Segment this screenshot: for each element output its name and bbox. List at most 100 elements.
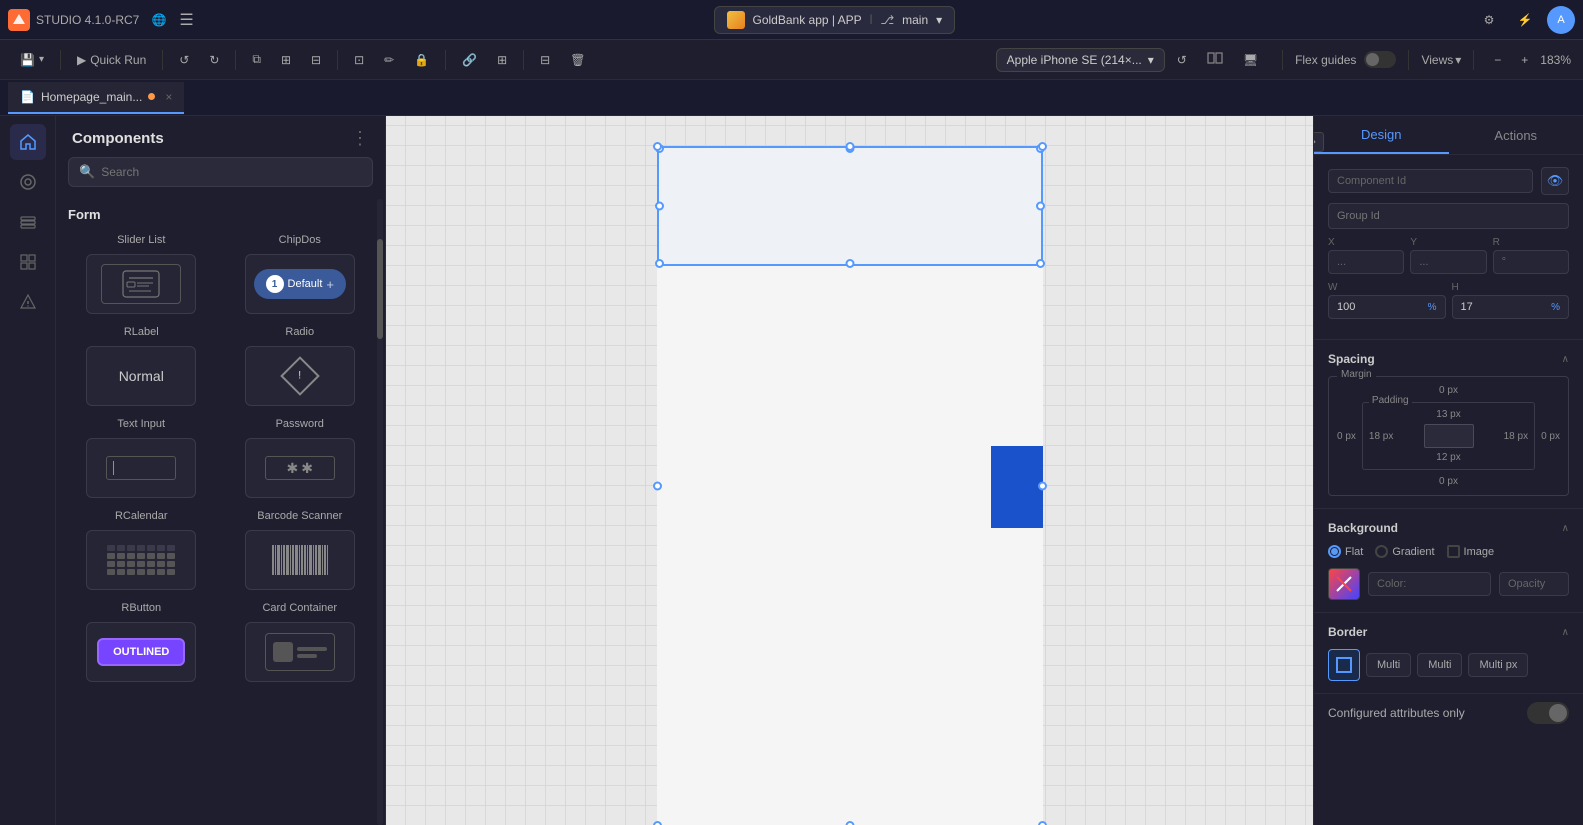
bg-gradient-radio[interactable] (1375, 545, 1388, 558)
bg-gradient-option[interactable]: Gradient (1375, 545, 1434, 558)
component-rbutton-preview[interactable]: OUTLINED (86, 622, 196, 682)
multi-copy-button[interactable]: ⊟ (303, 46, 329, 74)
color-preview-button[interactable] (1328, 568, 1360, 600)
component-textinput-preview[interactable] (86, 438, 196, 498)
handle-bottom-right[interactable] (1038, 821, 1047, 825)
lightning-icon[interactable]: ⚡ (1511, 6, 1539, 34)
link-button[interactable]: 🔗 (454, 46, 485, 74)
handle-bottom-center[interactable] (845, 821, 854, 825)
handle-mid-left[interactable] (653, 482, 662, 491)
quick-run-button[interactable]: ▶ Quick Run (69, 46, 154, 74)
branch-selector[interactable]: GoldBank app | APP | ⎇ main ▾ (714, 6, 956, 34)
panel-menu-button[interactable]: ⋮ (351, 128, 369, 149)
sel-handle-bc[interactable] (845, 259, 854, 268)
rbutton-icon: OUTLINED (97, 638, 185, 666)
zoom-in-button[interactable]: + (1513, 46, 1536, 74)
frame-button[interactable]: ⊞ (489, 46, 515, 74)
tab-close-icon[interactable]: × (165, 90, 172, 104)
bg-flat-radio[interactable] (1328, 545, 1341, 558)
zoom-out-button[interactable]: − (1486, 46, 1509, 74)
component-rcalendar-preview[interactable] (86, 530, 196, 590)
tab-design[interactable]: Design (1314, 116, 1449, 154)
globe-icon[interactable]: 🌐 (145, 6, 173, 34)
duplicate-button[interactable]: ⊞ (273, 46, 299, 74)
lock-button[interactable]: 🔒 (406, 46, 437, 74)
component-password-preview[interactable]: ✱ ✱ (245, 438, 355, 498)
border-multi-1-button[interactable]: Multi (1366, 653, 1411, 677)
sidebar-item-assets[interactable] (10, 164, 46, 200)
panel-scroll[interactable]: Form Slider List (56, 199, 385, 702)
bg-image-checkbox[interactable] (1447, 545, 1460, 558)
component-chipdos-preview[interactable]: 1 Default + (245, 254, 355, 314)
component-slider-list-preview[interactable] (86, 254, 196, 314)
device-selector[interactable]: Apple iPhone SE (214×... ▾ (996, 48, 1165, 72)
component-barcode-preview[interactable] (245, 530, 355, 590)
spacing-collapse-button[interactable]: ∧ (1562, 354, 1569, 365)
blue-element[interactable] (991, 446, 1043, 528)
tab-homepage[interactable]: 📄 Homepage_main... × (8, 82, 184, 114)
border-multi-2-button[interactable]: Multi (1417, 653, 1462, 677)
component-card-container-preview[interactable] (245, 622, 355, 682)
visibility-toggle-button[interactable]: 👁 (1541, 167, 1569, 195)
grid-button[interactable]: ⊟ (532, 46, 558, 74)
component-radio-preview[interactable]: ! (245, 346, 355, 406)
sel-handle-ml[interactable] (655, 202, 664, 211)
color-input[interactable]: Color: (1368, 572, 1491, 596)
menu-icon[interactable]: ☰ (179, 10, 193, 30)
sel-handle-bl[interactable] (655, 259, 664, 268)
scrollbar-thumb[interactable] (377, 239, 383, 339)
group-button[interactable]: ⊡ (346, 46, 372, 74)
sidebar-item-home[interactable] (10, 124, 46, 160)
avatar[interactable]: A (1547, 6, 1575, 34)
component-rlabel-preview[interactable]: Normal (86, 346, 196, 406)
studio-logo (8, 9, 30, 31)
undo-button[interactable]: ↺ (171, 46, 197, 74)
handle-top-right[interactable] (1038, 142, 1047, 151)
components-grid: Slider List (68, 234, 373, 682)
border-multi-px-button[interactable]: Multi px (1468, 653, 1528, 677)
flex-guides-toggle[interactable] (1364, 51, 1396, 68)
selected-element[interactable] (657, 146, 1043, 266)
copy-button[interactable]: ⧉ (244, 46, 269, 74)
canvas-area[interactable] (386, 116, 1313, 825)
opacity-input[interactable]: Opacity (1499, 572, 1569, 596)
bg-flat-option[interactable]: Flat (1328, 545, 1363, 558)
branch-chevron-icon: ▾ (936, 13, 942, 27)
sidebar-item-layers[interactable] (10, 204, 46, 240)
handle-top-left[interactable] (653, 142, 662, 151)
bg-image-option[interactable]: Image (1447, 545, 1495, 558)
component-id-input[interactable]: Component Id (1328, 169, 1533, 193)
delete-button[interactable]: 🗑 (562, 46, 593, 74)
search-input[interactable] (101, 165, 362, 179)
views-button[interactable]: Views ▾ (1421, 53, 1461, 67)
tab-actions[interactable]: Actions (1449, 116, 1583, 154)
group-id-input[interactable] (1328, 203, 1569, 229)
pen-button[interactable]: ✏ (376, 46, 402, 74)
sel-handle-br[interactable] (1036, 259, 1045, 268)
handle-top-center[interactable] (845, 142, 854, 151)
chipdos-icon: 1 Default + (254, 269, 346, 299)
y-input[interactable]: ... (1410, 250, 1486, 274)
configured-toggle[interactable] (1527, 702, 1569, 724)
background-collapse-button[interactable]: ∧ (1562, 523, 1569, 534)
refresh-canvas-button[interactable]: ↺ (1169, 46, 1195, 74)
sel-handle-mr[interactable] (1036, 202, 1045, 211)
redo-button[interactable]: ↻ (201, 46, 227, 74)
border-all-button[interactable] (1328, 649, 1360, 681)
desktop-view-button[interactable]: 🖥 (1235, 46, 1266, 74)
handle-bottom-left[interactable] (653, 821, 662, 825)
sidebar-item-warning[interactable] (10, 284, 46, 320)
r-input[interactable]: ° (1493, 250, 1569, 274)
wireframe-button[interactable] (1199, 46, 1231, 74)
tab-unsaved-dot (148, 93, 155, 100)
handle-mid-right[interactable] (1038, 482, 1047, 491)
save-button[interactable]: 💾 ▾ (12, 46, 52, 74)
settings-icon[interactable]: ⚙ (1475, 6, 1503, 34)
collapse-panel-button[interactable]: › (1313, 132, 1324, 152)
border-px-unit: px (1506, 659, 1518, 671)
x-input[interactable]: ... (1328, 250, 1404, 274)
sidebar-item-components[interactable] (10, 244, 46, 280)
w-input[interactable]: 100 % (1328, 295, 1446, 319)
h-input[interactable]: 17 % (1452, 295, 1570, 319)
border-collapse-button[interactable]: ∧ (1562, 627, 1569, 638)
